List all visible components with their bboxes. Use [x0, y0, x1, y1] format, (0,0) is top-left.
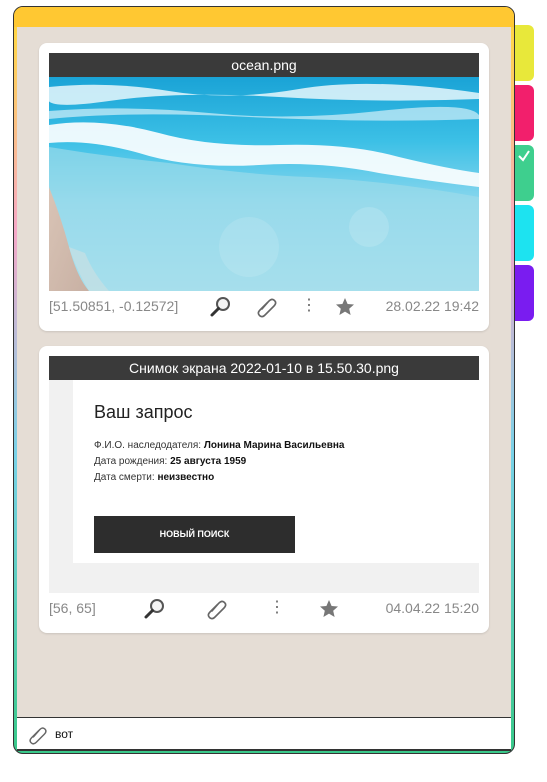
- message-meta: [51.50851, -0.12572] ⋮ 28.02.22 19:42: [49, 295, 479, 319]
- tab-yellow[interactable]: [515, 25, 534, 81]
- paperclip-icon[interactable]: [255, 295, 279, 319]
- line-label: Ф.И.О. наследодателя:: [94, 440, 204, 451]
- file-name-label: ocean.png: [49, 53, 479, 77]
- paperclip-icon[interactable]: [27, 724, 49, 746]
- screenshot-line: Дата смерти: неизвестно: [94, 472, 214, 483]
- message-card-ocean[interactable]: ocean.png [51.50851, -0.12572] ⋮ 28.02.2…: [39, 43, 489, 331]
- magnifier-icon[interactable]: [143, 597, 167, 621]
- line-value: неизвестно: [157, 472, 215, 483]
- screenshot-line: Дата рождения: 25 августа 1959: [94, 456, 246, 467]
- tab-pink[interactable]: [515, 85, 534, 141]
- paperclip-icon[interactable]: [205, 597, 229, 621]
- line-value: Лонина Марина Васильевна: [203, 440, 345, 451]
- screenshot-bottom: [49, 563, 479, 593]
- line-label: Дата рождения:: [94, 456, 171, 467]
- tab-cyan[interactable]: [515, 205, 534, 261]
- tab-purple[interactable]: [515, 265, 534, 321]
- window-top-bar: [14, 7, 514, 27]
- message-area[interactable]: ocean.png [51.50851, -0.12572] ⋮ 28.02.2…: [17, 27, 511, 717]
- star-icon[interactable]: [333, 295, 357, 319]
- tab-green[interactable]: [515, 145, 534, 201]
- star-icon[interactable]: [317, 597, 341, 621]
- coordinates-label: [51.50851, -0.12572]: [49, 298, 179, 314]
- new-search-button: НОВЫЙ ПОИСК: [94, 516, 295, 553]
- more-icon[interactable]: ⋮: [301, 297, 317, 315]
- line-label: Дата смерти:: [94, 472, 158, 483]
- message-card-screenshot[interactable]: Снимок экрана 2022-01-10 в 15.50.30.png …: [39, 346, 489, 633]
- screenshot-heading: Ваш запрос: [94, 402, 193, 422]
- screenshot-document: Ваш запрос Ф.И.О. наследодателя: Лонина …: [73, 380, 479, 570]
- magnifier-icon[interactable]: [209, 295, 233, 319]
- check-icon: [518, 150, 530, 162]
- message-input[interactable]: вот: [55, 727, 73, 741]
- more-icon[interactable]: ⋮: [269, 599, 285, 617]
- chat-window: ocean.png [51.50851, -0.12572] ⋮ 28.02.2…: [13, 6, 515, 754]
- ocean-photo: [49, 77, 479, 291]
- composer-bar[interactable]: вот: [17, 717, 511, 751]
- screenshot-margin: [49, 380, 73, 593]
- timestamp: 04.04.22 15:20: [385, 600, 479, 616]
- line-value: 25 августа 1959: [170, 456, 247, 467]
- ocean-image[interactable]: [49, 77, 479, 291]
- message-meta: [56, 65] ⋮ 04.04.22 15:20: [49, 597, 479, 621]
- screenshot-line: Ф.И.О. наследодателя: Лонина Марина Васи…: [94, 440, 344, 451]
- timestamp: 28.02.22 19:42: [385, 298, 479, 314]
- coordinates-label: [56, 65]: [49, 600, 96, 616]
- file-name-label: Снимок экрана 2022-01-10 в 15.50.30.png: [49, 356, 479, 380]
- screenshot-image[interactable]: Ваш запрос Ф.И.О. наследодателя: Лонина …: [49, 380, 479, 593]
